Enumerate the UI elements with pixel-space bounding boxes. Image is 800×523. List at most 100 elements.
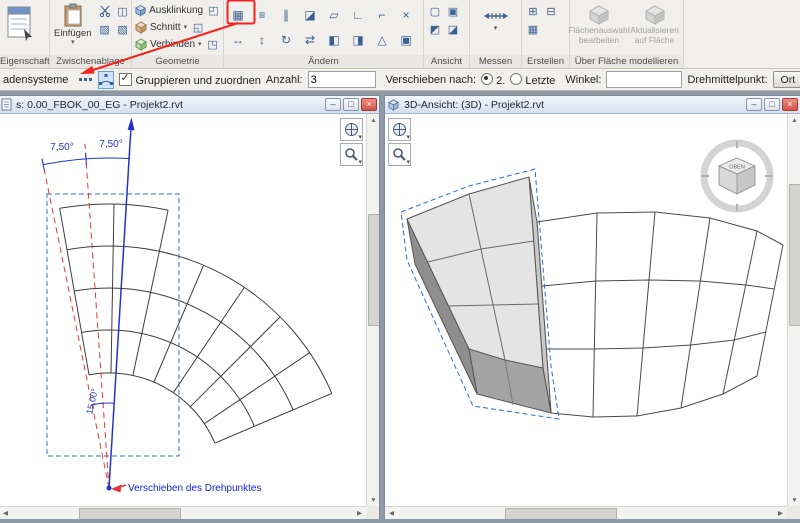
- plan-scroll-down-icon[interactable]: ▼: [367, 494, 379, 506]
- view3d-scroll-left-icon[interactable]: ◀: [385, 507, 398, 519]
- resize-icon: ↕: [259, 33, 265, 47]
- update-to-face-button: Aktualisieren auf Fläche: [628, 2, 681, 54]
- plan-scroll-up-icon[interactable]: ▲: [367, 114, 379, 126]
- plan-vertical-scrollbar[interactable]: ▲ ▼: [366, 114, 379, 506]
- update-to-face-label-1: Aktualisieren: [630, 26, 679, 35]
- split-gap-button[interactable]: ◨: [347, 30, 369, 50]
- view3d-minimize-button[interactable]: –: [746, 98, 762, 111]
- measure-button[interactable]: ▾: [481, 6, 511, 33]
- second-radio[interactable]: [481, 73, 493, 85]
- view3d-vertical-thumb[interactable]: [789, 184, 800, 326]
- view3d-maximize-button[interactable]: □: [764, 98, 780, 111]
- offset-button[interactable]: ∥: [275, 5, 297, 25]
- dimension-right[interactable]: 7,50°: [99, 139, 122, 150]
- plan-vertical-thumb[interactable]: [368, 214, 379, 326]
- plan-close-button[interactable]: ×: [361, 98, 377, 111]
- create-tool-1-button[interactable]: ⊞: [525, 3, 541, 19]
- array-tool-button[interactable]: ▦: [227, 5, 249, 25]
- linear-array-toggle[interactable]: [78, 71, 93, 89]
- mirror-button[interactable]: ◪: [299, 5, 321, 25]
- mirror-draw-icon: ▱: [329, 8, 338, 22]
- plan-zoom-dropdown-icon: ▾: [358, 160, 362, 166]
- plan-scroll-right-icon[interactable]: ▶: [353, 507, 366, 519]
- view3d-zoom-button[interactable]: ▾: [388, 143, 411, 166]
- pin-button[interactable]: ▣: [395, 30, 417, 50]
- scale-button[interactable]: △: [371, 30, 393, 50]
- plan-minimize-button[interactable]: –: [325, 98, 341, 111]
- view3d-horizontal-thumb[interactable]: [505, 508, 617, 519]
- dimension-rotation[interactable]: 15,00°: [84, 387, 100, 415]
- clipboard-mini-tools: ◫ ▨ ▧: [96, 2, 132, 54]
- radial-array-toggle[interactable]: [98, 71, 114, 89]
- viewcube-top-label[interactable]: OBEN: [729, 165, 745, 171]
- plan-scroll-left-icon[interactable]: ◀: [0, 507, 12, 519]
- cut-button[interactable]: [97, 3, 113, 19]
- array-icon: ▦: [232, 8, 243, 22]
- view3d-doc-icon: [387, 98, 400, 111]
- coping-extra-button[interactable]: ◰: [206, 3, 221, 19]
- join-cube-icon: [134, 38, 147, 51]
- plan-steering-wheel-button[interactable]: ▾: [340, 118, 363, 141]
- view3d-vertical-scrollbar[interactable]: ▲ ▼: [787, 114, 800, 506]
- angle-input[interactable]: [606, 71, 682, 88]
- coping-extra-icon: ◰: [208, 4, 218, 17]
- view-tool-1-button[interactable]: ▢: [427, 3, 443, 19]
- view3d-steering-wheel-button[interactable]: ▾: [388, 118, 411, 141]
- join-label[interactable]: Verbinden: [150, 39, 195, 50]
- viewcube[interactable]: OBEN: [702, 141, 772, 211]
- view3d-window-titlebar[interactable]: 3D-Ansicht: (3D) - Projekt2.rvt – □ ×: [385, 96, 800, 114]
- corner-button[interactable]: ∟: [347, 5, 369, 25]
- dimension-left[interactable]: 7,50°: [50, 142, 73, 153]
- angle-label: Winkel:: [565, 74, 601, 86]
- create-tools: ⊞ ⊟ ▦: [524, 2, 567, 38]
- view-tool-3-icon: ◩: [430, 23, 440, 36]
- cut-geometry-extra-button[interactable]: ◱: [190, 20, 206, 36]
- view3d-canvas[interactable]: OBEN ▾: [385, 114, 800, 519]
- plan-maximize-button[interactable]: □: [343, 98, 359, 111]
- delete-button[interactable]: ×: [395, 5, 417, 25]
- move-button[interactable]: ↔: [227, 30, 249, 50]
- panel-label-zwischenablage: Zwischenablage: [50, 55, 131, 68]
- rotate-button[interactable]: ↻: [275, 30, 297, 50]
- plan-window-titlebar[interactable]: s: 0.00_FBOK_00_EG - Projekt2.rvt – □ ×: [0, 96, 379, 114]
- properties-button[interactable]: [2, 2, 36, 44]
- view3d-close-button[interactable]: ×: [782, 98, 798, 111]
- create-tool-3-button[interactable]: ▦: [525, 21, 541, 37]
- count-input[interactable]: [308, 71, 376, 88]
- plan-horizontal-thumb[interactable]: [79, 508, 181, 519]
- join-dropdown-icon[interactable]: ▾: [198, 42, 202, 48]
- cut-geometry-dropdown-icon[interactable]: ▾: [184, 25, 188, 31]
- view3d-horizontal-scrollbar[interactable]: ◀ ▶: [385, 506, 787, 519]
- view3d-scroll-right-icon[interactable]: ▶: [774, 507, 787, 519]
- extruded-panel[interactable]: [407, 177, 551, 413]
- paintbrush-button[interactable]: ▨: [97, 21, 113, 37]
- split-button[interactable]: ◧: [323, 30, 345, 50]
- copy-button[interactable]: ◫: [115, 3, 131, 19]
- plan-zoom-button[interactable]: ▾: [340, 143, 363, 166]
- match-type-button[interactable]: ▧: [115, 21, 131, 37]
- last-radio[interactable]: [510, 73, 522, 85]
- plan-horizontal-scrollbar[interactable]: ◀ ▶: [0, 506, 366, 519]
- view3d-scroll-down-icon[interactable]: ▼: [788, 494, 800, 506]
- view-tool-4-button[interactable]: ◪: [445, 21, 461, 37]
- view3d-scroll-up-icon[interactable]: ▲: [788, 114, 800, 126]
- ribbon: Eigenschaften Einfügen ▾ ◫: [0, 0, 800, 69]
- view-tool-3-button[interactable]: ◩: [427, 21, 443, 37]
- panel-label-ansicht: Ansicht: [424, 55, 469, 68]
- rotation-center-point[interactable]: [107, 486, 112, 491]
- trim-button[interactable]: ⌐: [371, 5, 393, 25]
- group-checkbox[interactable]: [119, 73, 132, 86]
- join-extra-button[interactable]: ◳: [205, 37, 221, 53]
- plan-view-canvas[interactable]: 7,50° 7,50° 15,00° Verschieben des Drehp…: [0, 114, 379, 519]
- mirror-draw-button[interactable]: ▱: [323, 5, 345, 25]
- create-tool-2-button[interactable]: ⊟: [543, 3, 559, 19]
- align-button[interactable]: ≡: [251, 5, 273, 25]
- pivot-place-button[interactable]: Ort: [773, 71, 800, 88]
- view-tool-2-button[interactable]: ▣: [445, 3, 461, 19]
- resize-button[interactable]: ↕: [251, 30, 273, 50]
- swap-button[interactable]: ⇄: [299, 30, 321, 50]
- paste-button[interactable]: Einfügen ▾: [52, 2, 94, 54]
- coping-label[interactable]: Ausklinkung: [149, 5, 203, 16]
- cut-geometry-label[interactable]: Schnitt: [150, 22, 181, 33]
- panel-label-eigenschaften: Eigenschaften: [0, 55, 49, 68]
